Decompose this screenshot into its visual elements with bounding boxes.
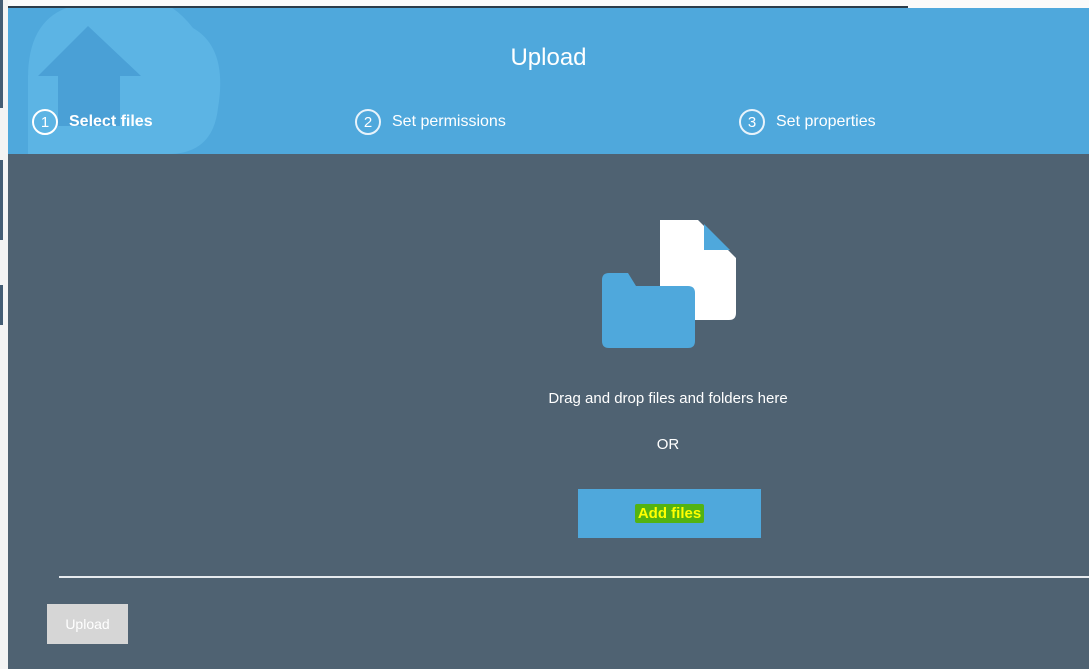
step-set-permissions[interactable]: 2 Set permissions	[355, 109, 506, 135]
step-select-files[interactable]: 1 Select files	[32, 109, 153, 135]
edge-mark	[0, 0, 3, 108]
step-number: 1	[32, 109, 58, 135]
background-window-edge	[0, 0, 8, 669]
or-separator: OR	[656, 436, 680, 453]
edge-mark	[0, 160, 3, 240]
upload-dialog: Upload 1 Select files 2 Set permissions …	[8, 8, 1089, 669]
window-top-edge	[0, 0, 1089, 8]
dialog-title: Upload	[510, 44, 587, 71]
upload-button[interactable]: Upload	[47, 604, 128, 644]
footer-divider	[59, 576, 1089, 578]
add-files-label: Add files	[634, 504, 705, 523]
add-files-button[interactable]: Add files	[578, 489, 761, 538]
step-label: Set permissions	[392, 113, 506, 130]
step-number: 3	[739, 109, 765, 135]
step-set-properties[interactable]: 3 Set properties	[739, 109, 876, 135]
drop-instructions: Drag and drop files and folders here	[548, 390, 788, 407]
dialog-header: Upload 1 Select files 2 Set permissions …	[8, 8, 1089, 154]
step-label: Select files	[69, 113, 153, 130]
step-label: Set properties	[776, 113, 876, 130]
step-number: 2	[355, 109, 381, 135]
edge-mark	[0, 285, 3, 325]
folder-file-icon	[602, 220, 736, 348]
